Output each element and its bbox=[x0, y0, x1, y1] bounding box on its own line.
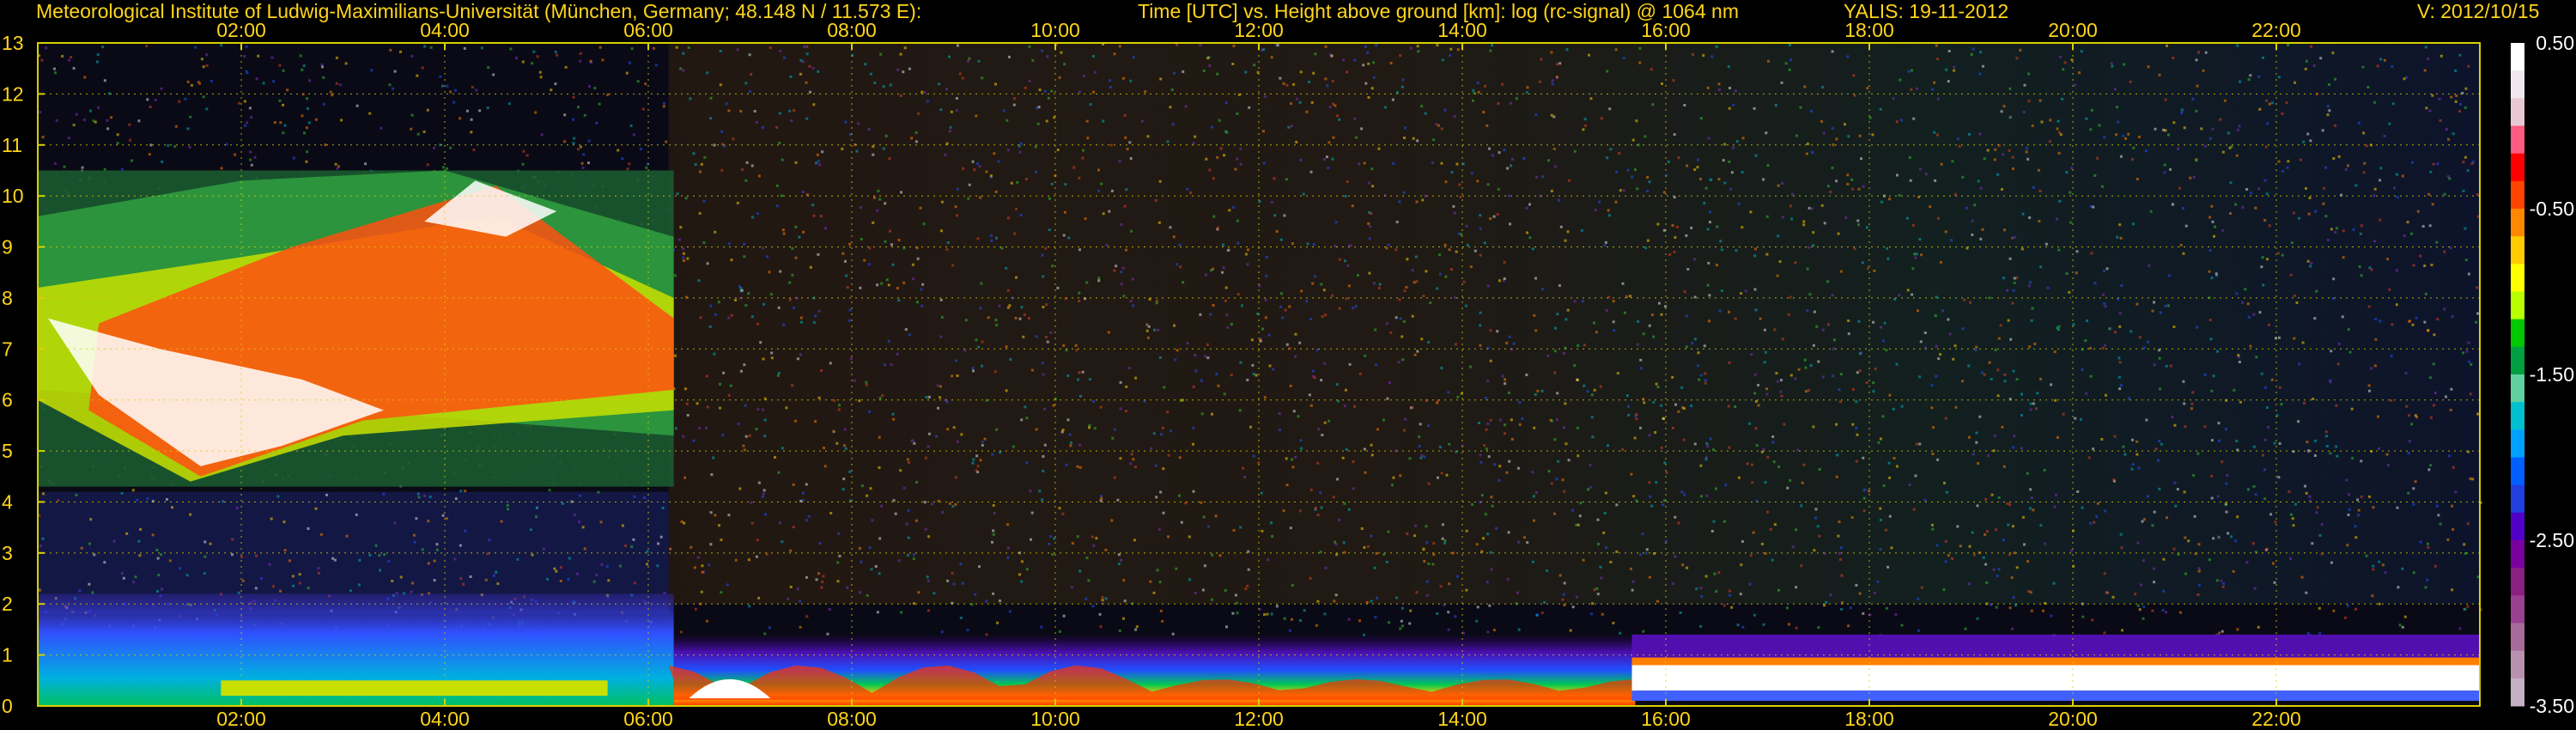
colorbar-tick-label: -2.50 bbox=[2530, 529, 2574, 551]
x-tick-label-top: 12:00 bbox=[1234, 19, 1284, 41]
x-tick-label-bottom: 02:00 bbox=[216, 708, 266, 730]
x-tick-label-bottom: 06:00 bbox=[623, 708, 673, 730]
colorbar-segment bbox=[2511, 457, 2524, 486]
lidar-chart: 01234567891011121302:0002:0004:0004:0006… bbox=[2, 19, 2574, 730]
x-tick-label-bottom: 12:00 bbox=[1234, 708, 1284, 730]
colorbar-tick-label: -0.50 bbox=[2530, 198, 2574, 220]
colorbar-segment bbox=[2511, 264, 2524, 292]
dense-low-layer bbox=[1631, 665, 2480, 691]
y-tick-label: 12 bbox=[2, 82, 24, 105]
x-tick-label-bottom: 16:00 bbox=[1641, 708, 1691, 730]
colorbar-segment bbox=[2511, 291, 2524, 320]
x-tick-label-top: 02:00 bbox=[216, 19, 266, 41]
colorbar: 0.50 -0.50 -1.50 -2.50 -3.50 bbox=[2511, 32, 2574, 717]
x-tick-label-top: 08:00 bbox=[827, 19, 877, 41]
x-tick-label-top: 10:00 bbox=[1030, 19, 1080, 41]
colorbar-segment bbox=[2511, 568, 2524, 596]
colorbar-segment bbox=[2511, 595, 2524, 624]
x-tick-label-top: 16:00 bbox=[1641, 19, 1691, 41]
x-tick-label-bottom: 22:00 bbox=[2251, 708, 2301, 730]
x-tick-label-bottom: 04:00 bbox=[420, 708, 470, 730]
colorbar-segment bbox=[2511, 374, 2524, 403]
colorbar-segment bbox=[2511, 70, 2524, 99]
colorbar-segment bbox=[2511, 98, 2524, 126]
colorbar-tick-label: 0.50 bbox=[2536, 32, 2574, 54]
y-tick-label: 7 bbox=[2, 338, 13, 360]
x-tick-label-bottom: 14:00 bbox=[1437, 708, 1487, 730]
x-tick-label-bottom: 18:00 bbox=[1844, 708, 1894, 730]
colorbar-segment bbox=[2511, 125, 2524, 155]
y-tick-label: 5 bbox=[2, 440, 13, 462]
colorbar-tick-label: -3.50 bbox=[2530, 695, 2574, 717]
colorbar-segment bbox=[2511, 512, 2524, 541]
y-tick-label: 2 bbox=[2, 593, 13, 615]
y-tick-label: 6 bbox=[2, 389, 13, 411]
colorbar-segment bbox=[2511, 402, 2524, 430]
y-tick-label: 13 bbox=[2, 32, 24, 54]
colorbar-segment bbox=[2511, 236, 2524, 265]
y-tick-label: 11 bbox=[2, 134, 22, 156]
y-tick-label: 1 bbox=[2, 644, 13, 666]
x-tick-label-top: 04:00 bbox=[420, 19, 470, 41]
colorbar-segment bbox=[2511, 650, 2524, 679]
near-ground-aerosol bbox=[221, 680, 608, 697]
colorbar-segment bbox=[2511, 209, 2524, 237]
x-tick-label-top: 06:00 bbox=[623, 19, 673, 41]
x-tick-label-bottom: 08:00 bbox=[827, 708, 877, 730]
x-tick-label-top: 22:00 bbox=[2251, 19, 2301, 41]
colorbar-tick-label: -1.50 bbox=[2530, 363, 2574, 386]
y-tick-label: 3 bbox=[2, 542, 13, 564]
x-tick-label-top: 14:00 bbox=[1437, 19, 1487, 41]
y-tick-label: 8 bbox=[2, 287, 13, 309]
x-tick-label-top: 18:00 bbox=[1844, 19, 1894, 41]
surface-band bbox=[1631, 690, 2480, 702]
colorbar-segment bbox=[2511, 346, 2524, 375]
colorbar-segment bbox=[2511, 319, 2524, 348]
layer-edge bbox=[1631, 657, 2480, 666]
x-tick-label-bottom: 20:00 bbox=[2048, 708, 2098, 730]
y-tick-label: 4 bbox=[2, 490, 13, 513]
colorbar-segment bbox=[2511, 484, 2524, 514]
y-tick-label: 9 bbox=[2, 236, 13, 259]
x-tick-label-bottom: 10:00 bbox=[1030, 708, 1080, 730]
colorbar-segment bbox=[2511, 623, 2524, 652]
colorbar-segment bbox=[2511, 429, 2524, 458]
noise-field bbox=[668, 43, 2481, 605]
y-tick-label: 0 bbox=[2, 695, 13, 717]
colorbar-segment bbox=[2511, 153, 2524, 182]
colorbar-segment bbox=[2511, 180, 2524, 210]
colorbar-segment bbox=[2511, 540, 2524, 569]
colorbar-segment bbox=[2511, 43, 2524, 71]
y-tick-label: 10 bbox=[2, 185, 24, 207]
colorbar-segment bbox=[2511, 678, 2524, 707]
x-tick-label-top: 20:00 bbox=[2048, 19, 2098, 41]
